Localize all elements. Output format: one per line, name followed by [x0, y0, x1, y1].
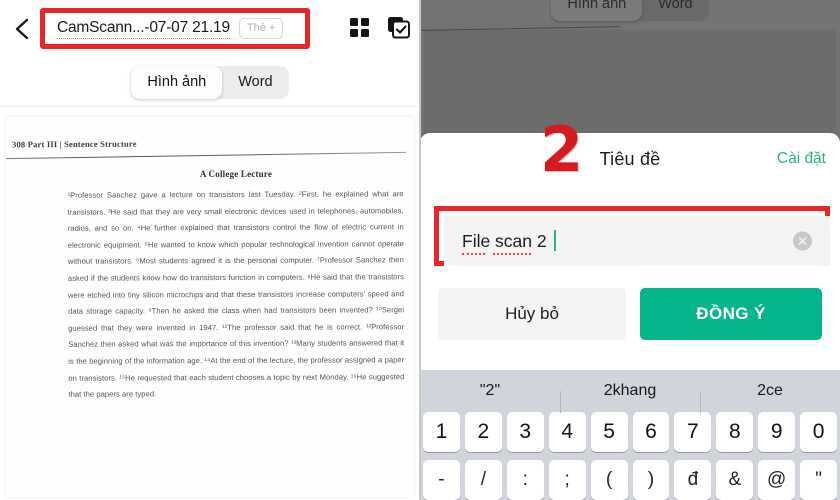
scan-heading: A College Lecture [199, 169, 273, 179]
title-input-field[interactable]: File scan 2 [444, 216, 830, 266]
dimmed-page-preview [424, 30, 836, 133]
key-9[interactable]: 9 [758, 412, 796, 452]
key-sym-8[interactable]: @ [758, 460, 796, 500]
keyboard-symbol-row: - / : ; ( ) đ & @ " [420, 460, 840, 500]
tab-hinh-anh[interactable]: Hình ảnh [131, 65, 223, 99]
dialog-header: Tiêu đề Cài đặt [420, 133, 840, 185]
key-8[interactable]: 8 [716, 412, 754, 452]
scan-running-head: 308 Part III | Sentence Structure [11, 138, 137, 150]
document-title-highlight-box[interactable]: CamScann...-07-07 21.19 Thẻ + [40, 8, 310, 49]
header-icon-group [348, 16, 410, 39]
scanned-page-image[interactable]: 308 Part III | Sentence Structure A Coll… [6, 117, 414, 497]
document-header-bar: CamScann...-07-07 21.19 Thẻ + [0, 0, 420, 58]
document-title-text[interactable]: CamScann...-07-07 21.19 [57, 19, 230, 39]
dialog-settings-link[interactable]: Cài đặt [777, 150, 826, 168]
key-7[interactable]: 7 [674, 412, 712, 452]
key-sym-3[interactable]: ; [548, 460, 586, 500]
key-sym-1[interactable]: / [464, 460, 502, 500]
clear-text-icon[interactable] [793, 231, 812, 251]
dialog-action-row: Hủy bỏ ĐỒNG Ý [420, 288, 840, 340]
key-1[interactable]: 1 [423, 412, 460, 452]
key-sym-4[interactable]: ( [590, 460, 628, 500]
key-4[interactable]: 4 [548, 412, 586, 452]
key-5[interactable]: 5 [590, 412, 628, 452]
title-input-highlight-box: File scan 2 [434, 206, 830, 266]
key-6[interactable]: 6 [632, 412, 670, 452]
dialog-title: Tiêu đề [599, 148, 661, 169]
key-sym-6[interactable]: đ [674, 460, 712, 500]
add-tag-chip[interactable]: Thẻ + [238, 18, 284, 39]
title-input-value-wrap: File scan 2 [462, 230, 556, 255]
scanned-page-area[interactable]: 308 Part III | Sentence Structure A Coll… [0, 106, 420, 500]
key-sym-5[interactable]: ) [632, 460, 670, 500]
spellcheck-underline-file [462, 250, 485, 255]
key-sym-9[interactable]: " [800, 460, 838, 500]
segmented-track: Hình ảnh Word [131, 65, 289, 99]
key-3[interactable]: 3 [506, 412, 544, 452]
cancel-button[interactable]: Hủy bỏ [438, 288, 626, 340]
screenshot-root: CamScann...-07-07 21.19 Thẻ + Hình ảnh W… [0, 0, 840, 500]
select-all-checkbox-icon[interactable] [387, 16, 410, 39]
scan-horizontal-rule [6, 151, 406, 160]
confirm-button[interactable]: ĐỒNG Ý [640, 288, 822, 340]
text-caret [553, 230, 556, 251]
keyboard-suggestion-bar: "2" 2khang 2ce [420, 370, 840, 413]
keyboard-number-row: 1 2 3 4 5 6 7 8 9 0 [420, 412, 840, 452]
suggestion-2[interactable]: 2ce [700, 382, 840, 413]
key-sym-2[interactable]: : [506, 460, 544, 500]
dimmed-segmented-control: Hình ảnh Word [420, 0, 840, 21]
dimmed-tab-hinh-anh: Hình ảnh [551, 0, 643, 21]
dimmed-segmented-track: Hình ảnh Word [551, 0, 709, 21]
panel-divider [419, 0, 421, 500]
grid-view-icon[interactable] [348, 16, 371, 39]
right-panel-rename-dialog-view: Hình ảnh Word 2 Tiêu đề Cài đặt File sca… [420, 0, 840, 500]
dimmed-background-overlay[interactable]: Hình ảnh Word [420, 0, 840, 133]
back-chevron-icon[interactable] [14, 17, 30, 41]
scan-paragraph: ¹Professor Sanchez gave a lecture on tra… [67, 189, 405, 399]
suggestion-1[interactable]: 2khang [560, 382, 700, 413]
tab-word[interactable]: Word [222, 66, 288, 99]
annotation-step-2: 2 [540, 113, 584, 186]
onscreen-keyboard: "2" 2khang 2ce 1 2 3 4 5 6 7 8 9 0 - / :… [420, 370, 840, 500]
key-2[interactable]: 2 [464, 412, 502, 452]
spellcheck-underline-scan [493, 250, 531, 255]
title-input-value: File scan 2 [462, 231, 547, 251]
dimmed-tab-word: Word [658, 0, 693, 12]
key-0[interactable]: 0 [800, 412, 838, 452]
key-sym-0[interactable]: - [423, 460, 460, 500]
view-mode-segmented-control: Hình ảnh Word 1 [0, 58, 420, 166]
left-panel-document-view: CamScann...-07-07 21.19 Thẻ + Hình ảnh W… [0, 0, 420, 500]
scan-body: A College Lecture ¹Professor Sanchez gav… [67, 169, 405, 403]
rename-dialog: 2 Tiêu đề Cài đặt File scan 2 Hủy bỏ ĐỒN… [420, 119, 840, 370]
suggestion-0[interactable]: "2" [420, 382, 560, 400]
key-sym-7[interactable]: & [716, 460, 754, 500]
